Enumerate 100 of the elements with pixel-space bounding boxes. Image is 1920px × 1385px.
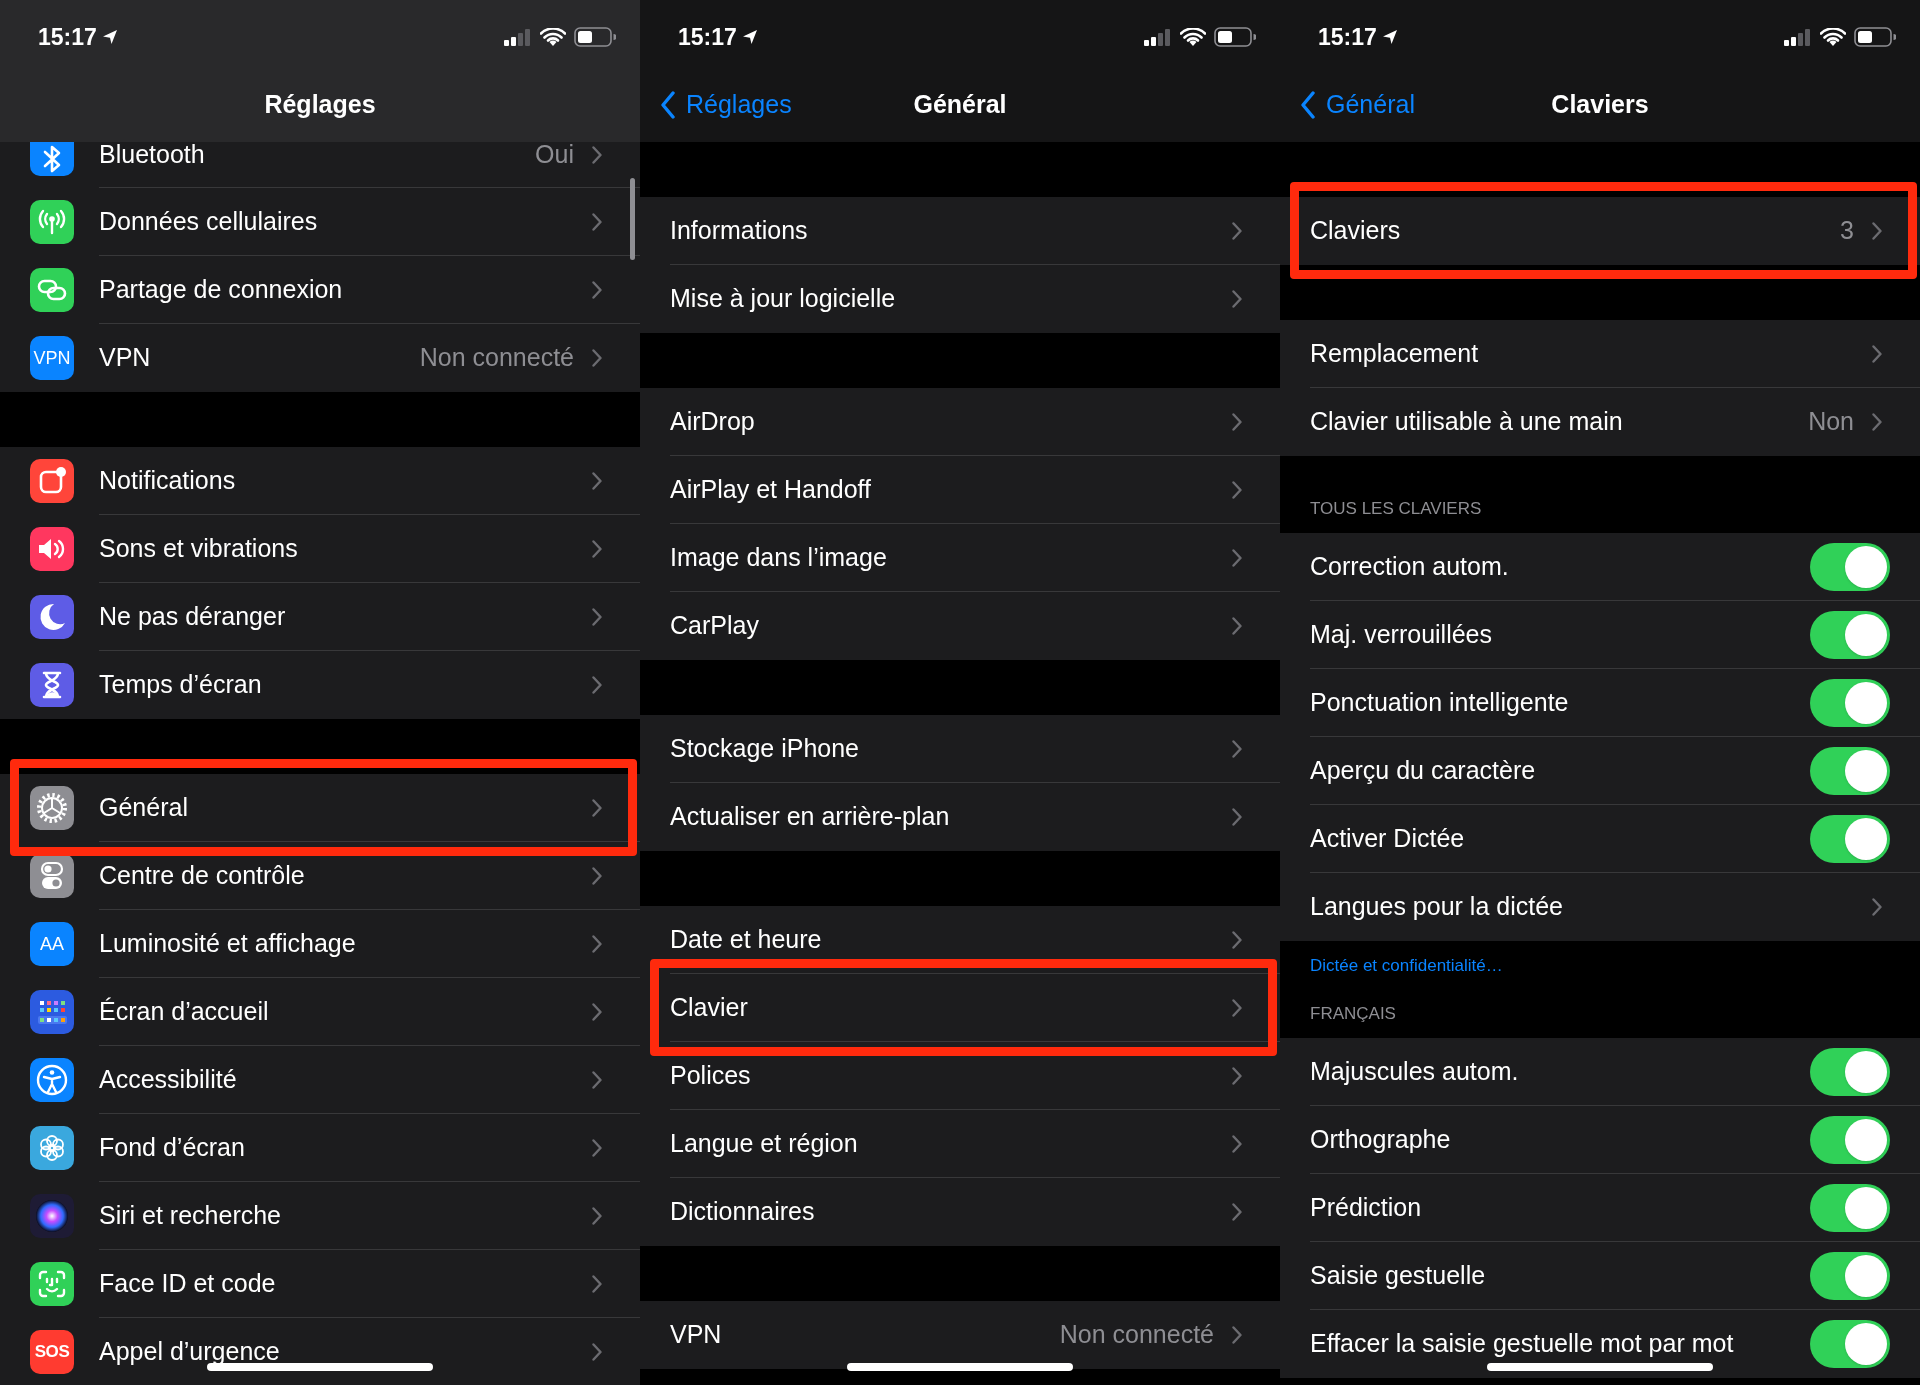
settings-row[interactable]: Siri et recherche	[0, 1182, 640, 1250]
settings-row[interactable]: Sons et vibrations	[0, 515, 640, 583]
settings-row[interactable]: Langue et région	[640, 1110, 1280, 1178]
settings-row[interactable]: Fond d’écran	[0, 1114, 640, 1182]
settings-row[interactable]: Clavier utilisable à une main Non	[1280, 388, 1920, 456]
row-label: Maj. verrouillées	[1310, 619, 1492, 651]
toggle-switch[interactable]	[1810, 1184, 1890, 1232]
settings-row[interactable]: Image dans l’image	[640, 524, 1280, 592]
settings-row[interactable]: Remplacement	[1280, 320, 1920, 388]
settings-row[interactable]: Ne pas déranger	[0, 583, 640, 651]
settings-row[interactable]: VPN VPN Non connecté	[0, 324, 640, 392]
settings-row[interactable]: Notifications	[0, 447, 640, 515]
settings-row[interactable]: SOS Appel d’urgence	[0, 1318, 640, 1385]
settings-row[interactable]: Effacer la saisie gestuelle mot par mot	[1280, 1310, 1920, 1378]
settings-row[interactable]: Face ID et code	[0, 1250, 640, 1318]
row-label: Écran d’accueil	[99, 996, 269, 1028]
row-label: Partage de connexion	[99, 274, 343, 306]
row-label: Luminosité et affichage	[99, 928, 356, 960]
row-label: Effacer la saisie gestuelle mot par mot	[1310, 1328, 1734, 1360]
settings-row[interactable]: Bluetooth Oui	[0, 142, 640, 188]
settings-row[interactable]: Claviers 3	[1280, 197, 1920, 265]
chevron-icon	[1872, 413, 1882, 431]
toggle-switch[interactable]	[1810, 611, 1890, 659]
row-label: Accessibilité	[99, 1064, 237, 1096]
back-chevron-icon	[1300, 91, 1316, 119]
row-label: Clavier	[670, 992, 748, 1024]
settings-row[interactable]: Aperçu du caractère	[1280, 737, 1920, 805]
chevron-icon	[592, 1071, 602, 1089]
settings-row[interactable]: Temps d’écran	[0, 651, 640, 719]
signal-icon	[1144, 28, 1172, 46]
settings-row[interactable]: Langues pour la dictée	[1280, 873, 1920, 941]
row-label: CarPlay	[670, 610, 759, 642]
settings-row[interactable]: Informations	[640, 197, 1280, 265]
row-label: Général	[99, 792, 188, 824]
toggle-switch[interactable]	[1810, 1252, 1890, 1300]
chevron-icon	[592, 349, 602, 367]
settings-row[interactable]: VPN Non connecté	[640, 1301, 1280, 1369]
chevron-icon	[592, 935, 602, 953]
chevron-icon	[1872, 898, 1882, 916]
settings-row[interactable]: CarPlay	[640, 592, 1280, 660]
nav-title: Général	[913, 89, 1007, 121]
row-label: Mise à jour logicielle	[670, 283, 896, 315]
settings-row[interactable]: Ponctuation intelligente	[1280, 669, 1920, 737]
chevron-icon	[1232, 481, 1242, 499]
back-button[interactable]: Général	[1280, 86, 1415, 124]
toggle-switch[interactable]	[1810, 679, 1890, 727]
row-label: Prédiction	[1310, 1192, 1422, 1224]
chevron-icon	[1232, 1203, 1242, 1221]
row-label: Fond d’écran	[99, 1132, 245, 1164]
row-label: Aperçu du caractère	[1310, 755, 1536, 787]
settings-row[interactable]: Mise à jour logicielle	[640, 265, 1280, 333]
settings-row[interactable]: Saisie gestuelle	[1280, 1242, 1920, 1310]
row-label: Notifications	[99, 465, 236, 497]
chevron-icon	[1232, 1135, 1242, 1153]
toggle-switch[interactable]	[1810, 1116, 1890, 1164]
settings-row[interactable]: Activer Dictée	[1280, 805, 1920, 873]
row-label: Date et heure	[670, 924, 822, 956]
settings-row[interactable]: AirPlay et Handoff	[640, 456, 1280, 524]
settings-row[interactable]: Données cellulaires	[0, 188, 640, 256]
settings-row[interactable]: Majuscules autom.	[1280, 1038, 1920, 1106]
settings-row[interactable]: Orthographe	[1280, 1106, 1920, 1174]
settings-row[interactable]: AirDrop	[640, 388, 1280, 456]
settings-row[interactable]: Dictionnaires	[640, 1178, 1280, 1246]
row-label: Sons et vibrations	[99, 533, 298, 565]
back-chevron-icon	[660, 91, 676, 119]
toggle-switch[interactable]	[1810, 1048, 1890, 1096]
row-label: Saisie gestuelle	[1310, 1260, 1486, 1292]
settings-row[interactable]: AA Luminosité et affichage	[0, 910, 640, 978]
settings-row[interactable]: Clavier	[640, 974, 1280, 1042]
row-value: Non connecté	[419, 342, 574, 374]
chevron-icon	[592, 608, 602, 626]
settings-row[interactable]: Actualiser en arrière-plan	[640, 783, 1280, 851]
settings-row[interactable]: Correction autom.	[1280, 533, 1920, 601]
chevron-icon	[1232, 290, 1242, 308]
row-label: Orthographe	[1310, 1124, 1451, 1156]
settings-row[interactable]: Prédiction	[1280, 1174, 1920, 1242]
settings-row[interactable]: Général	[0, 774, 640, 842]
row-label: AirDrop	[670, 406, 755, 438]
privacy-link[interactable]: Dictée et confidentialité…	[1310, 956, 1503, 975]
row-label: Actualiser en arrière-plan	[670, 801, 950, 833]
toggle-switch[interactable]	[1810, 815, 1890, 863]
toggle-switch[interactable]	[1810, 543, 1890, 591]
toggle-switch[interactable]	[1810, 1320, 1890, 1368]
settings-row[interactable]: Stockage iPhone	[640, 715, 1280, 783]
settings-row[interactable]: Maj. verrouillées	[1280, 601, 1920, 669]
chevron-icon	[1232, 617, 1242, 635]
toggle-switch[interactable]	[1810, 747, 1890, 795]
settings-row[interactable]: Accessibilité	[0, 1046, 640, 1114]
row-label: Correction autom.	[1310, 551, 1509, 583]
chevron-icon	[1232, 999, 1242, 1017]
row-label: Centre de contrôle	[99, 860, 305, 892]
settings-row[interactable]: Partage de connexion	[0, 256, 640, 324]
row-label: VPN	[670, 1319, 722, 1351]
chevron-icon	[592, 799, 602, 817]
nav-title: Claviers	[1551, 89, 1649, 121]
settings-row[interactable]: Écran d’accueil	[0, 978, 640, 1046]
row-label: AirPlay et Handoff	[670, 474, 872, 506]
chevron-icon	[1232, 931, 1242, 949]
back-button[interactable]: Réglages	[640, 86, 792, 124]
chevron-icon	[1232, 1326, 1242, 1344]
